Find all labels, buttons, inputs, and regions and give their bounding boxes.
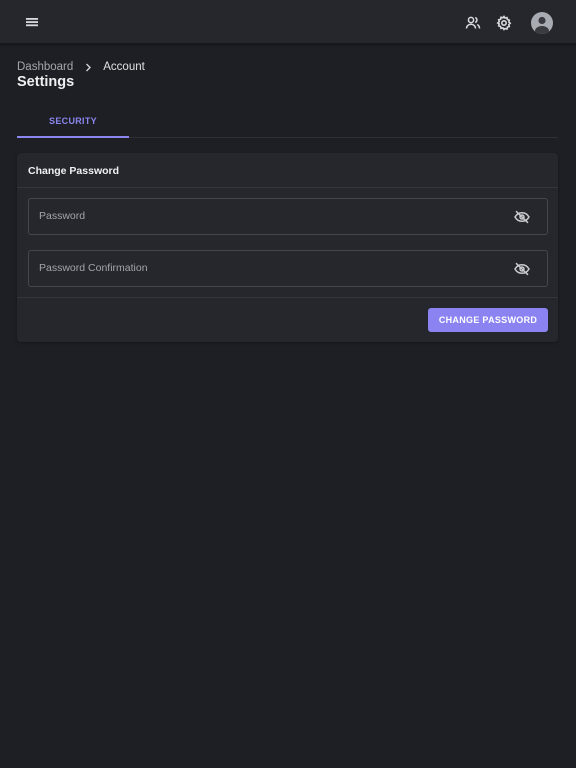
menu-button[interactable] xyxy=(18,8,46,36)
gear-icon xyxy=(496,15,512,31)
eye-off-icon xyxy=(514,210,530,224)
password-confirmation-field[interactable]: Password Confirmation xyxy=(28,250,548,287)
password-confirmation-placeholder: Password Confirmation xyxy=(39,262,148,274)
card-header: Change Password xyxy=(17,153,558,188)
change-password-button[interactable]: CHANGE PASSWORD xyxy=(428,308,548,332)
password-field[interactable]: Password xyxy=(28,198,548,235)
top-app-bar xyxy=(0,0,576,44)
users-icon xyxy=(465,16,481,29)
chevron-right-icon xyxy=(85,63,92,72)
toggle-confirmation-visibility-button[interactable] xyxy=(513,260,531,278)
breadcrumb-dashboard[interactable]: Dashboard xyxy=(17,61,73,73)
account-button[interactable] xyxy=(528,9,556,37)
password-placeholder: Password xyxy=(39,210,86,222)
page-title: Settings xyxy=(17,74,75,90)
tab-bar: SECURITY xyxy=(17,105,558,138)
account-circle-icon xyxy=(531,12,553,34)
eye-off-icon xyxy=(514,262,530,276)
change-password-card: Change Password Password Password Confir… xyxy=(17,153,558,342)
users-button[interactable] xyxy=(459,9,487,37)
card-divider xyxy=(17,297,558,298)
settings-button[interactable] xyxy=(490,9,518,37)
card-title: Change Password xyxy=(28,165,120,177)
breadcrumb-account: Account xyxy=(103,61,145,73)
tab-security[interactable]: SECURITY xyxy=(17,105,129,138)
toggle-password-visibility-button[interactable] xyxy=(513,208,531,226)
breadcrumb: Dashboard Account xyxy=(17,60,145,74)
menu-icon xyxy=(26,18,38,27)
